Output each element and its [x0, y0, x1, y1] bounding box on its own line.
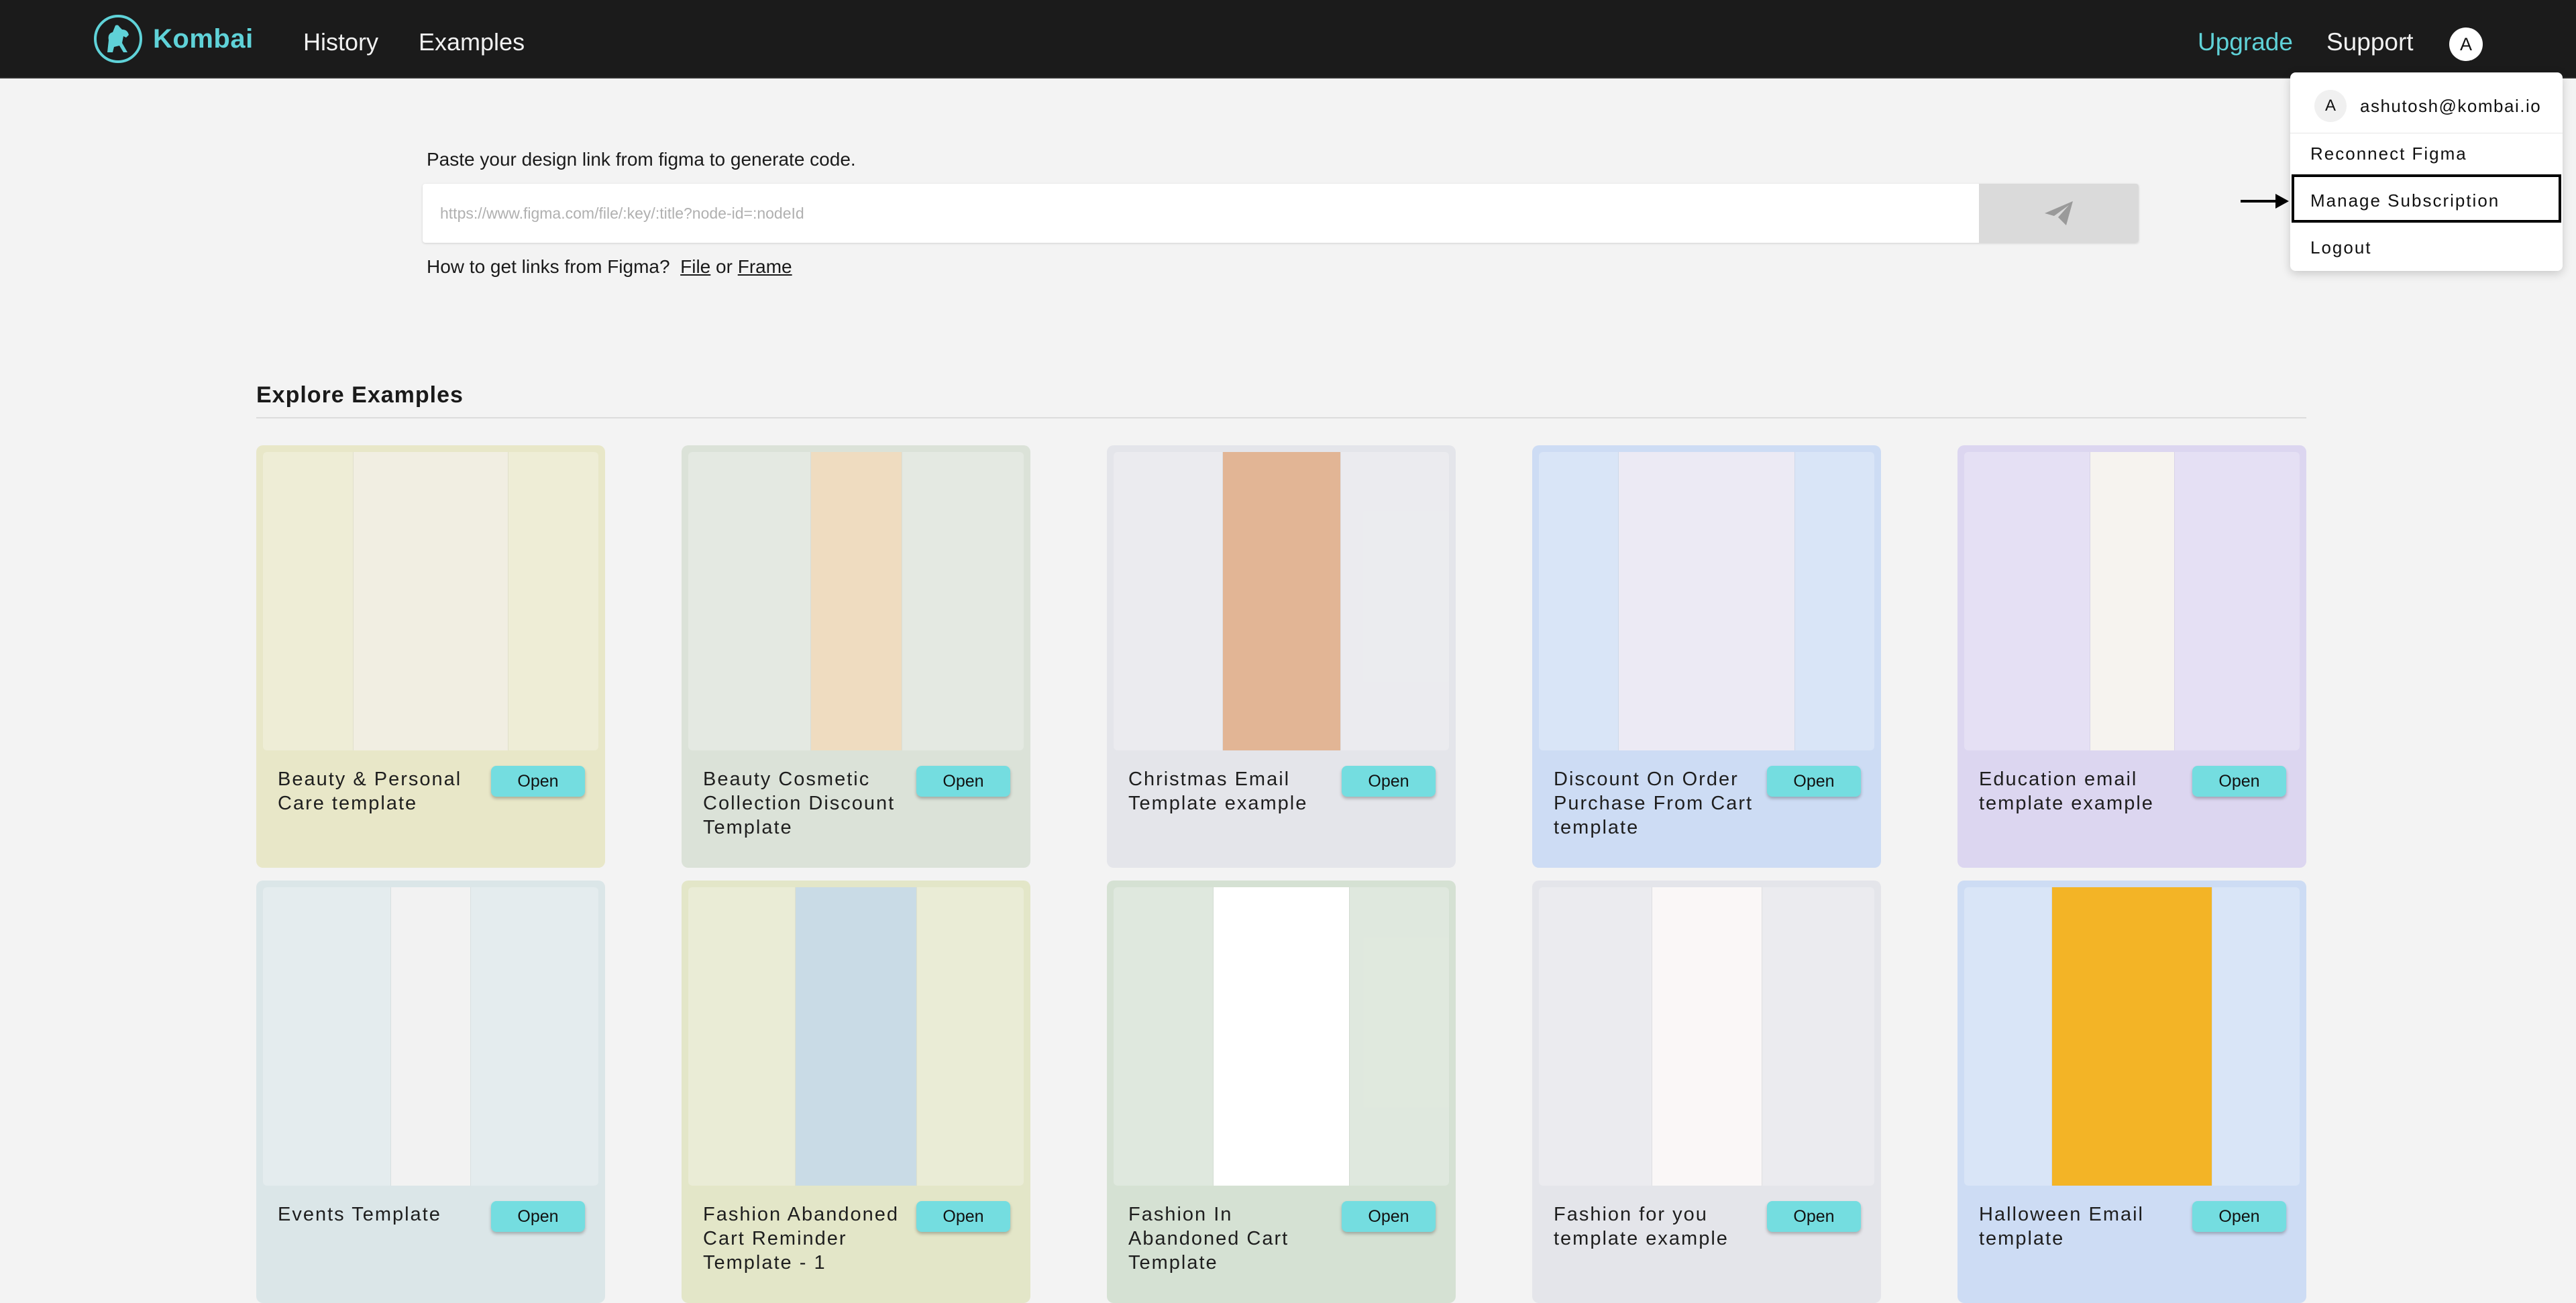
help-text: How to get links from Figma?	[427, 256, 670, 277]
example-thumbnail-frame	[1539, 452, 1874, 750]
example-card-title: Beauty & Personal Care template	[278, 769, 462, 814]
example-thumbnail	[2052, 887, 2212, 1186]
open-button[interactable]: Open	[916, 766, 1010, 797]
menu-item-logout[interactable]: Logout	[2310, 237, 2372, 258]
example-card-title: Halloween Email template	[1979, 1204, 2144, 1249]
user-avatar-button[interactable]: A	[2449, 27, 2483, 61]
example-thumbnail	[1214, 887, 1349, 1186]
example-card[interactable]: Events Template Open	[256, 881, 605, 1303]
example-card[interactable]: Halloween Email template Open	[1957, 881, 2306, 1303]
nav-examples[interactable]: Examples	[419, 28, 525, 56]
example-thumbnail	[1619, 452, 1794, 750]
example-thumbnail-frame	[688, 452, 1024, 750]
example-thumbnail	[354, 452, 508, 750]
support-link[interactable]: Support	[2326, 28, 2414, 56]
section-divider	[256, 417, 2306, 418]
example-thumbnail-frame	[1539, 887, 1874, 1186]
help-or-text: or	[716, 256, 733, 277]
menu-item-reconnect-figma[interactable]: Reconnect Figma	[2310, 144, 2467, 164]
example-thumbnail	[796, 887, 916, 1186]
open-button[interactable]: Open	[491, 1201, 585, 1232]
kombai-dog-icon	[94, 15, 142, 63]
menu-item-manage-subscription[interactable]: Manage Subscription	[2310, 190, 2500, 211]
example-card[interactable]: Christmas Email Template example Open	[1107, 445, 1456, 868]
explore-examples-heading: Explore Examples	[256, 382, 464, 408]
example-thumbnail-frame	[1114, 887, 1449, 1186]
example-card-title: Education email template example	[1979, 769, 2154, 814]
arrow-pointer-icon	[2241, 194, 2289, 209]
example-card[interactable]: Beauty Cosmetic Collection Discount Temp…	[682, 445, 1030, 868]
example-card-title: Beauty Cosmetic Collection Discount Temp…	[703, 769, 896, 838]
example-thumbnail	[2090, 452, 2174, 750]
brand-logo[interactable]: Kombai	[93, 13, 254, 64]
example-card-title: Discount On Order Purchase From Cart tem…	[1554, 769, 1754, 838]
example-card-title: Fashion Abandoned Cart Reminder Template…	[703, 1204, 899, 1273]
example-thumbnail-frame	[263, 452, 598, 750]
example-card-title: Christmas Email Template example	[1128, 769, 1308, 814]
example-card-title: Events Template	[278, 1204, 441, 1225]
example-thumbnail-frame	[263, 887, 598, 1186]
open-button[interactable]: Open	[916, 1201, 1010, 1232]
menu-avatar: A	[2314, 90, 2347, 122]
example-card[interactable]: Fashion In Abandoned Cart Template Open	[1107, 881, 1456, 1303]
example-thumbnail	[391, 887, 470, 1186]
figma-instruction: Paste your design link from figma to gen…	[427, 149, 856, 170]
example-card-title: Fashion for you template example	[1554, 1204, 1729, 1249]
upgrade-link[interactable]: Upgrade	[2198, 28, 2293, 56]
user-menu-account: A ashutosh@kombai.io	[2314, 86, 2541, 126]
figma-link-form	[423, 184, 2139, 243]
example-card-title: Fashion In Abandoned Cart Template	[1128, 1204, 1289, 1273]
example-thumbnail	[810, 452, 902, 750]
top-nav-bar: Kombai History Examples Upgrade Support …	[0, 0, 2576, 78]
open-button[interactable]: Open	[1342, 1201, 1436, 1232]
open-button[interactable]: Open	[1767, 1201, 1861, 1232]
example-card[interactable]: Fashion for you template example Open	[1532, 881, 1881, 1303]
example-card[interactable]: Discount On Order Purchase From Cart tem…	[1532, 445, 1881, 868]
help-file-link[interactable]: File	[680, 256, 710, 277]
generate-button[interactable]	[1979, 184, 2139, 243]
user-menu-dropdown: A ashutosh@kombai.io Reconnect Figma Man…	[2290, 72, 2563, 271]
open-button[interactable]: Open	[1342, 766, 1436, 797]
example-thumbnail-frame	[1964, 452, 2300, 750]
user-email: ashutosh@kombai.io	[2360, 95, 2542, 116]
figma-link-input[interactable]	[423, 184, 1979, 243]
paper-plane-icon	[2045, 201, 2073, 225]
example-card[interactable]: Beauty & Personal Care template Open	[256, 445, 605, 868]
nav-history[interactable]: History	[303, 28, 378, 56]
open-button[interactable]: Open	[491, 766, 585, 797]
example-thumbnail	[1652, 887, 1762, 1186]
example-thumbnail	[1222, 452, 1340, 750]
open-button[interactable]: Open	[2192, 1201, 2286, 1232]
example-thumbnail-frame	[1114, 452, 1449, 750]
example-card[interactable]: Fashion Abandoned Cart Reminder Template…	[682, 881, 1030, 1303]
help-frame-link[interactable]: Frame	[738, 256, 792, 277]
brand-name: Kombai	[153, 23, 254, 54]
figma-help-line: How to get links from Figma? File or Fra…	[427, 256, 792, 278]
open-button[interactable]: Open	[2192, 766, 2286, 797]
example-thumbnail-frame	[688, 887, 1024, 1186]
example-card[interactable]: Education email template example Open	[1957, 445, 2306, 868]
open-button[interactable]: Open	[1767, 766, 1861, 797]
example-thumbnail-frame	[1964, 887, 2300, 1186]
